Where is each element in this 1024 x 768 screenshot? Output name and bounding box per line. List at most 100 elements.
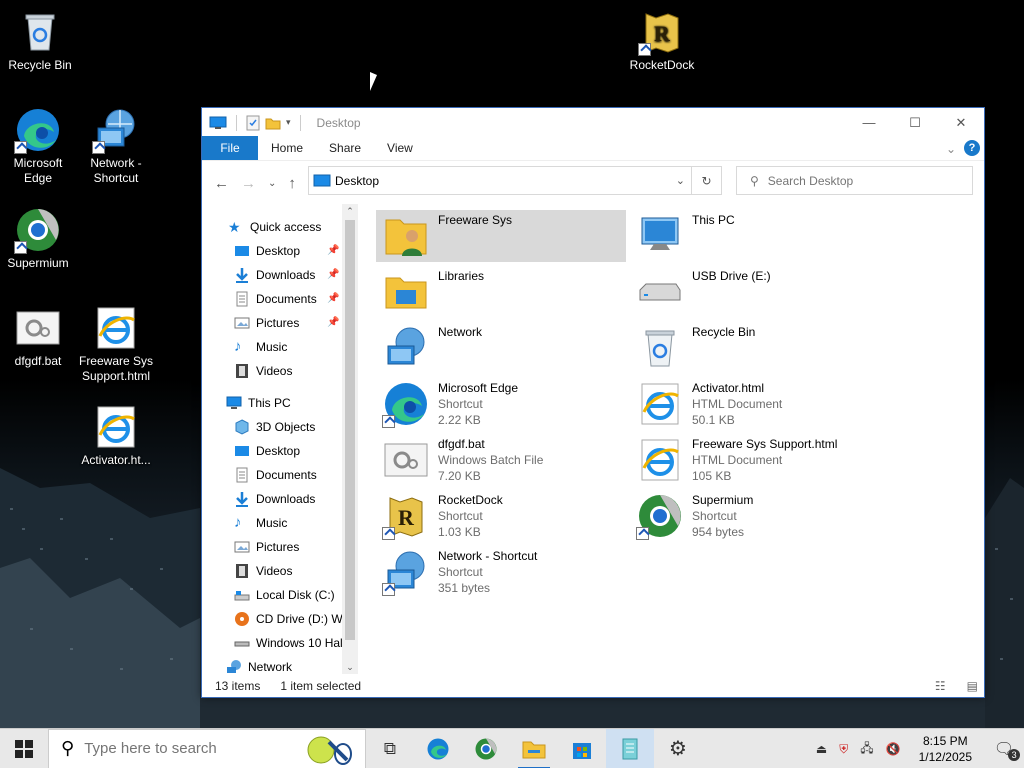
clock[interactable]: 8:15 PM 1/12/2025 [919,733,972,765]
scroll-thumb[interactable] [345,220,355,640]
file-item-usb-drive[interactable]: USB Drive (E:) [630,266,880,318]
file-item-microsoft-edge[interactable]: Microsoft Edge Shortcut 2.22 KB [376,378,626,430]
minimize-button[interactable]: — [846,108,892,137]
large-icons-view-icon[interactable]: ▤ [967,679,978,693]
nav-pc-3d-objects[interactable]: 3D Objects [234,416,315,438]
file-type: Windows Batch File [438,453,544,467]
details-view-icon[interactable]: ☷ [935,679,946,693]
nav-qa-videos[interactable]: Videos [234,360,292,382]
help-button[interactable]: ? [964,140,980,156]
desktop-icon-edge[interactable]: Microsoft Edge [0,106,78,186]
desktop-icon-recycle-bin[interactable]: Recycle Bin [0,8,80,73]
file-item-network[interactable]: Network [376,322,626,374]
nav-pane-scrollbar[interactable]: ⌃ ⌄ [342,204,358,674]
scroll-up-arrow-icon[interactable]: ⌃ [342,204,358,218]
maximize-button[interactable]: ☐ [892,108,938,137]
desktop-icon-supermium[interactable]: Supermium [0,206,78,271]
nav-this-pc[interactable]: This PC [226,392,291,414]
security-shield-icon[interactable]: ⛨ [839,742,848,757]
nav-pc-music[interactable]: ♪ Music [234,512,287,534]
desktop-icon-freeware-sys-support[interactable]: Freeware Sys Support.html [76,304,156,384]
taskbar-settings[interactable]: ⚙ [654,729,702,768]
nav-qa-downloads[interactable]: Downloads [234,264,315,286]
search-icon: ⚲ [61,738,75,758]
taskbar-search-box[interactable]: ⚲ [48,728,366,768]
network-status-icon[interactable]: 🖧 [860,739,873,760]
file-item-rocketdock[interactable]: R RocketDock Shortcut 1.03 KB [376,490,626,542]
desktop-icon-rocketdock[interactable]: R RocketDock [622,8,702,73]
customize-qat-chevron-icon[interactable]: ▾ [286,117,291,128]
system-tray: ⏏ ⛨ 🖧 🔇 8:15 PM 1/12/2025 🗨 3 [810,729,1024,768]
file-item-libraries[interactable]: Libraries [376,266,626,318]
nav-label: Pictures [256,540,300,554]
task-view-button[interactable]: ⧉ [366,729,414,768]
edge-icon [382,380,430,428]
nav-qa-music[interactable]: ♪ Music [234,336,287,358]
file-item-this-pc[interactable]: This PC [630,210,880,262]
file-item-freeware-sys-support-html[interactable]: Freeware Sys Support.html HTML Document 10… [630,434,880,486]
scroll-down-arrow-icon[interactable]: ⌄ [342,660,358,674]
file-item-dfgdf-bat[interactable]: dfgdf.bat Windows Batch File 7.20 KB [376,434,626,486]
back-button[interactable]: ← [214,175,229,192]
taskbar-file-explorer[interactable] [510,729,558,768]
computer-icon [209,116,227,129]
nav-qa-pictures[interactable]: Pictures [234,312,299,334]
usb-eject-icon[interactable]: ⏏ [816,742,827,756]
nav-pc-pictures[interactable]: Pictures [234,536,299,558]
forward-button[interactable]: → [241,175,256,192]
tab-view[interactable]: View [374,136,426,160]
taskbar-store[interactable] [558,729,606,768]
nav-qa-desktop[interactable]: Desktop [234,240,300,262]
nav-pc-documents[interactable]: Documents [234,464,317,486]
nav-network[interactable]: Network [226,656,292,674]
nav-quick-access[interactable]: ★ Quick access [228,216,321,238]
title-bar: ▾ Desktop — ☐ ✕ [202,108,984,137]
new-folder-icon[interactable] [265,116,281,130]
nav-pc-videos[interactable]: Videos [234,560,292,582]
file-item-network-shortcut[interactable]: Network - Shortcut Shortcut 351 bytes [376,546,626,598]
tab-home[interactable]: Home [258,136,316,160]
taskbar-edge[interactable] [414,729,462,768]
recycle-bin-icon [16,8,64,56]
start-button[interactable] [0,729,48,768]
taskbar-supermium[interactable] [462,729,510,768]
nav-pc-cd-drive[interactable]: CD Drive (D:) W1 [234,608,349,630]
file-item-supermium[interactable]: Supermium Shortcut 954 bytes [630,490,880,542]
volume-muted-icon[interactable]: 🔇 [886,742,901,756]
address-dropdown-chevron-icon[interactable]: ⌄ [676,174,685,187]
nav-pc-windows-10-drive[interactable]: Windows 10 Hal [234,632,343,654]
nav-label: Downloads [256,492,316,506]
nav-pc-local-disk[interactable]: Local Disk (C:) [234,584,335,606]
address-bar[interactable]: Desktop ⌄ ↻ [308,166,722,195]
desktop-icon-label: RocketDock [629,58,695,72]
file-name: RocketDock [438,493,503,507]
up-button[interactable]: ↑ [288,175,296,192]
nav-pc-desktop[interactable]: Desktop [234,440,300,462]
nav-qa-documents[interactable]: Documents [234,288,317,310]
recent-locations-chevron-icon[interactable]: ⌄ [268,178,276,189]
nav-label: Music [256,340,288,354]
taskbar-active-app[interactable] [606,728,654,768]
file-size: 2.22 KB [438,413,481,427]
nav-label: 3D Objects [256,420,316,434]
shortcut-arrow-icon [92,141,105,154]
tab-share[interactable]: Share [316,136,374,160]
expand-ribbon-chevron-icon[interactable]: ⌄ [946,142,956,156]
desktop-icon-dfgdf-bat[interactable]: dfgdf.bat [0,304,78,369]
search-input[interactable] [767,173,948,188]
search-box[interactable]: ⚲ [736,166,973,195]
action-center-button[interactable]: 🗨 3 [984,739,1024,761]
file-item-recycle-bin[interactable]: Recycle Bin [630,322,880,374]
refresh-button[interactable]: ↻ [691,167,721,194]
taskbar-search-input[interactable] [84,740,285,757]
desktop-icon-network-shortcut[interactable]: Network - Shortcut [76,106,156,186]
tab-file[interactable]: File [202,136,258,160]
file-size: 351 bytes [438,581,491,595]
file-item-freeware-sys[interactable]: Freeware Sys [376,210,626,262]
window-title: Desktop [316,115,361,130]
file-item-activator-html[interactable]: Activator.html HTML Document 50.1 KB [630,378,880,430]
nav-pc-downloads[interactable]: Downloads [234,488,315,510]
desktop-icon-activator[interactable]: Activator.ht... [76,403,156,468]
properties-icon[interactable] [246,115,260,131]
close-button[interactable]: ✕ [938,108,984,137]
